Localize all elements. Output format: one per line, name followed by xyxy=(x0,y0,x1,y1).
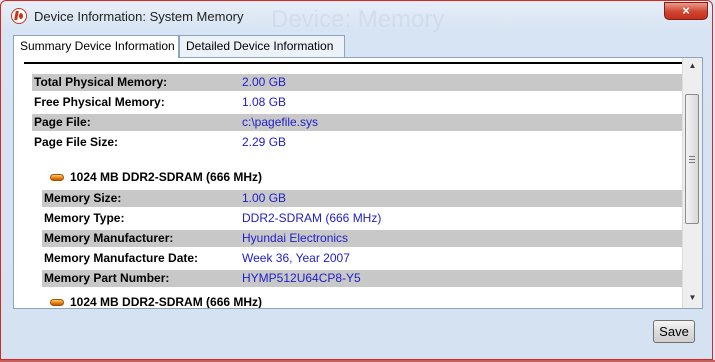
row-label: Free Physical Memory: xyxy=(34,95,165,109)
module-row: Memory Part Number: HYMP512U64CP8-Y5 xyxy=(42,270,682,287)
row-value: Week 36, Year 2007 xyxy=(242,251,350,265)
tab-summary-device-information[interactable]: Summary Device Information xyxy=(13,35,179,58)
row-label: Total Physical Memory: xyxy=(34,75,168,89)
row-value: 1.00 GB xyxy=(242,191,287,205)
row-label: Memory Size: xyxy=(44,191,122,205)
memory-module-title: 1024 MB DDR2-SDRAM (666 MHz) xyxy=(70,170,263,184)
scrollbar-thumb[interactable] xyxy=(685,94,699,224)
scroll-down-arrow-icon[interactable]: ▼ xyxy=(683,290,702,306)
module-row: Memory Manufacturer: Hyundai Electronics xyxy=(42,230,682,247)
memory-module-icon xyxy=(50,174,64,181)
memory-module-icon xyxy=(50,299,64,306)
grip-line xyxy=(689,162,695,163)
row-label: Page File: xyxy=(34,115,91,129)
scroll-up-arrow-icon[interactable]: ▲ xyxy=(683,58,702,74)
module-row: Memory Type: DDR2-SDRAM (666 MHz) xyxy=(42,210,682,227)
background-window-title: Device: Memory xyxy=(271,6,445,33)
window-title: Device Information: System Memory xyxy=(34,9,244,24)
module-row: Memory Manufacture Date: Week 36, Year 2… xyxy=(42,250,682,267)
device-info-window: Device: Memory Device Information: Syste… xyxy=(0,0,713,360)
row-label: Memory Manufacture Date: xyxy=(44,251,199,265)
module-row: Memory Size: 1.00 GB xyxy=(42,190,682,207)
tab-strip: Summary Device Information Detailed Devi… xyxy=(13,35,703,58)
row-label: Memory Part Number: xyxy=(44,271,170,285)
title-bar[interactable]: Device: Memory Device Information: Syste… xyxy=(1,1,712,33)
tab-detailed-device-information[interactable]: Detailed Device Information xyxy=(179,35,345,57)
row-label: Page File Size: xyxy=(34,135,119,149)
vertical-scrollbar[interactable]: ▲ ▼ xyxy=(682,58,702,308)
row-label: Memory Type: xyxy=(44,211,125,225)
info-list: Total Physical Memory: 2.00 GB Free Phys… xyxy=(14,65,682,308)
row-label: Memory Manufacturer: xyxy=(44,231,174,245)
memory-module-title: 1024 MB DDR2-SDRAM (666 MHz) xyxy=(70,295,263,308)
close-icon: × xyxy=(682,3,690,18)
close-button[interactable]: × xyxy=(664,2,708,20)
info-row: Free Physical Memory: 1.08 GB xyxy=(32,94,682,111)
row-value: 2.29 GB xyxy=(242,135,287,149)
row-value: DDR2-SDRAM (666 MHz) xyxy=(242,211,382,225)
grip-line xyxy=(689,156,695,157)
info-row: Total Physical Memory: 2.00 GB xyxy=(32,74,682,91)
row-value: HYMP512U64CP8-Y5 xyxy=(242,271,361,285)
info-row: Page File: c:\pagefile.sys xyxy=(32,114,682,131)
row-value: 2.00 GB xyxy=(242,75,287,89)
save-button[interactable]: Save xyxy=(653,320,695,343)
app-logo-icon xyxy=(11,8,27,24)
summary-panel: Total Physical Memory: 2.00 GB Free Phys… xyxy=(13,57,703,309)
row-value: Hyundai Electronics xyxy=(242,231,349,245)
tab-label: Summary Device Information xyxy=(20,39,175,53)
grip-line xyxy=(689,159,695,160)
memory-module-heading[interactable]: 1024 MB DDR2-SDRAM (666 MHz) xyxy=(36,294,436,308)
memory-module-heading[interactable]: 1024 MB DDR2-SDRAM (666 MHz) xyxy=(36,169,436,186)
tab-label: Detailed Device Information xyxy=(186,39,334,53)
row-value: 1.08 GB xyxy=(242,95,287,109)
row-value: c:\pagefile.sys xyxy=(242,115,319,129)
info-row: Page File Size: 2.29 GB xyxy=(32,134,682,151)
